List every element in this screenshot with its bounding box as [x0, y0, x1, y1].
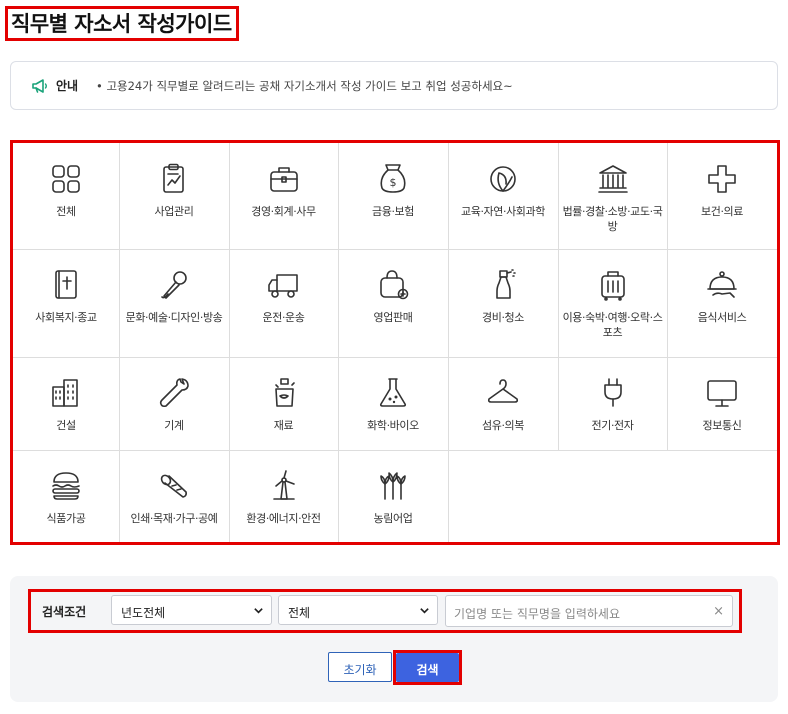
category-item[interactable]: 교육·자연·사회과학 [448, 161, 558, 219]
buildings-icon [13, 375, 119, 411]
category-label: 음식서비스 [697, 311, 747, 324]
category-label: 보건·의료 [701, 205, 743, 218]
category-item[interactable]: 기계 [119, 375, 229, 433]
category-label: 환경·에너지·안전 [246, 512, 321, 525]
category-label: 섬유·의복 [482, 419, 524, 432]
svg-text:$: $ [390, 176, 397, 189]
chevron-down-icon [254, 608, 263, 614]
suitcase-icon [558, 267, 667, 303]
search-button[interactable]: 검색 [396, 653, 459, 682]
bible-icon [13, 267, 119, 303]
category-item[interactable]: 문화·예술·디자인·방송 [119, 267, 229, 325]
plug-icon [558, 375, 667, 411]
category-label: 농림어업 [373, 512, 413, 525]
notice-label: 안내 [56, 79, 79, 93]
chevron-down-icon [420, 608, 429, 614]
keyword-placeholder: 기업명 또는 직무명을 입력하세요 [454, 607, 621, 621]
category-label: 전기·전자 [591, 419, 634, 432]
category-item[interactable]: 경영·회계·사무 [229, 161, 338, 219]
microphone-icon [119, 267, 229, 303]
category-label: 운전·운송 [262, 311, 305, 324]
category-item[interactable]: 섬유·의복 [448, 375, 558, 433]
category-item[interactable]: 건설 [13, 375, 119, 433]
medical-cross-icon [667, 161, 777, 197]
spray-bottle-icon [448, 267, 558, 303]
category-item[interactable]: 화학·바이오 [338, 375, 448, 433]
category-item[interactable]: 정보통신 [667, 375, 777, 433]
category-label: 전체 [56, 205, 76, 218]
category-item[interactable]: 법률·경찰·소방·교도·국방 [558, 161, 667, 234]
grid-divider-vertical [448, 450, 449, 542]
search-condition-label: 검색조건 [42, 605, 87, 619]
category-item[interactable]: $ 금융·보험 [338, 161, 448, 219]
category-label: 정보통신 [702, 419, 742, 432]
category-item[interactable]: 식품가공 [13, 468, 119, 526]
category-label: 건설 [56, 419, 76, 432]
wrench-icon [119, 375, 229, 411]
category-item[interactable]: 음식서비스 [667, 267, 777, 325]
category-item[interactable]: 보건·의료 [667, 161, 777, 219]
wind-turbine-icon [229, 468, 338, 504]
burger-icon [13, 468, 119, 504]
category-select-value: 전체 [288, 606, 311, 620]
sprouts-icon [338, 468, 448, 504]
category-label: 인쇄·목재·가구·공예 [130, 512, 218, 525]
category-label: 법률·경찰·소방·교도·국방 [562, 205, 663, 233]
category-label: 사업관리 [154, 205, 194, 218]
category-item[interactable]: 사업관리 [119, 161, 229, 219]
monitor-icon [667, 375, 777, 411]
category-item[interactable]: 경비·청소 [448, 267, 558, 325]
clear-icon[interactable]: × [713, 604, 724, 619]
category-label: 화학·바이오 [367, 419, 419, 432]
category-label: 식품가공 [46, 512, 86, 525]
year-select-value: 년도전체 [121, 606, 166, 620]
shopping-bag-icon [338, 267, 448, 303]
category-label: 교육·자연·사회과학 [461, 205, 545, 218]
hanger-icon [448, 375, 558, 411]
category-item[interactable]: 전기·전자 [558, 375, 667, 433]
category-label: 금융·보험 [372, 205, 414, 218]
grid-divider-horizontal [13, 357, 777, 358]
grid-all-icon [13, 161, 119, 197]
wood-log-icon [119, 468, 229, 504]
truck-icon [229, 267, 338, 303]
category-label: 영업판매 [373, 311, 413, 324]
materials-icon [229, 375, 338, 411]
grid-divider-horizontal [13, 450, 777, 451]
megaphone-icon [32, 79, 47, 93]
category-item[interactable]: 영업판매 [338, 267, 448, 325]
globe-leaf-icon [448, 161, 558, 197]
page-title: 직무별 자소서 작성가이드 [11, 12, 232, 36]
category-label: 재료 [273, 419, 294, 432]
category-item[interactable]: 사회복지·종교 [13, 267, 119, 325]
category-item[interactable]: 인쇄·목재·가구·공예 [119, 468, 229, 526]
keyword-input[interactable]: 기업명 또는 직무명을 입력하세요 × [445, 595, 733, 627]
year-select[interactable]: 년도전체 [111, 595, 272, 625]
notice-text: • 고용24가 직무별로 알려드리는 공채 자기소개서 작성 가이드 보고 취업… [96, 79, 513, 93]
category-label: 기계 [164, 419, 184, 432]
flask-icon [338, 375, 448, 411]
category-grid: 전체 사업관리 경영·회계·사무 $ 금융·보험 교육·자연·사회과학 법률·경찰·소방·교… [10, 140, 780, 545]
category-label: 문화·예술·디자인·방송 [125, 311, 223, 324]
category-label: 사회복지·종교 [35, 311, 97, 324]
category-item[interactable]: 전체 [13, 161, 119, 219]
category-label: 경영·회계·사무 [251, 205, 316, 218]
category-item[interactable]: 환경·에너지·안전 [229, 468, 338, 526]
courthouse-icon [558, 161, 667, 197]
briefcase-icon [229, 161, 338, 197]
reset-button[interactable]: 초기화 [328, 652, 392, 682]
category-item[interactable]: 운전·운송 [229, 267, 338, 325]
grid-divider-horizontal [13, 249, 777, 250]
category-label: 경비·청소 [482, 311, 524, 324]
category-item[interactable]: 재료 [229, 375, 338, 433]
category-select[interactable]: 전체 [278, 595, 438, 625]
money-bag-icon: $ [338, 161, 448, 197]
category-item[interactable]: 농림어업 [338, 468, 448, 526]
category-label: 이용·숙박·여행·오락·스포츠 [562, 311, 663, 339]
notice-box: 안내 • 고용24가 직무별로 알려드리는 공채 자기소개서 작성 가이드 보고… [10, 61, 778, 110]
category-item[interactable]: 이용·숙박·여행·오락·스포츠 [558, 267, 667, 340]
clipboard-chart-icon [119, 161, 229, 197]
cloche-icon [667, 267, 777, 303]
